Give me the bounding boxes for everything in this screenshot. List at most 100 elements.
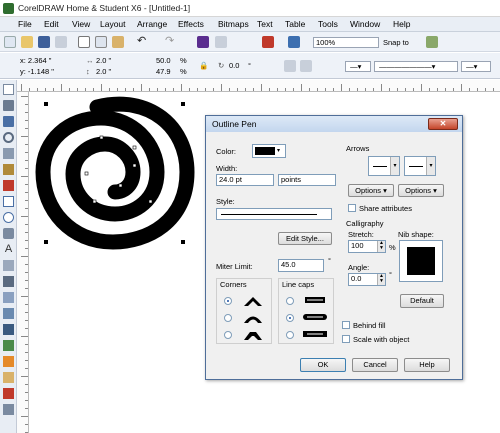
cap-square-radio[interactable] bbox=[286, 331, 294, 339]
stretch-field[interactable]: 100 ▲ ▼ bbox=[348, 240, 386, 253]
cancel-button[interactable]: Cancel bbox=[352, 358, 398, 372]
default-button[interactable]: Default bbox=[400, 294, 444, 308]
smart-fill-icon[interactable] bbox=[3, 164, 14, 175]
angle-field[interactable]: 0.0 ▲ ▼ bbox=[348, 273, 386, 286]
menu-text[interactable]: Text bbox=[257, 19, 273, 29]
dimension-tool-icon[interactable] bbox=[3, 276, 14, 287]
horizontal-ruler[interactable] bbox=[17, 80, 500, 92]
new-document-icon[interactable] bbox=[4, 36, 16, 48]
menu-effects[interactable]: Effects bbox=[178, 19, 204, 29]
menu-view[interactable]: View bbox=[72, 19, 90, 29]
menu-bitmaps[interactable]: Bitmaps bbox=[218, 19, 249, 29]
save-icon[interactable] bbox=[38, 36, 50, 48]
standard-toolbar: ↶ ↷ 100% Snap to bbox=[0, 32, 500, 52]
ok-button[interactable]: OK bbox=[300, 358, 346, 372]
outline-pen-icon[interactable] bbox=[3, 356, 14, 367]
x-position[interactable]: x: 2.364 " bbox=[20, 56, 51, 65]
nib-shape-preview[interactable] bbox=[399, 240, 443, 282]
cap-butt-radio[interactable] bbox=[286, 297, 294, 305]
freehand-tool-icon[interactable] bbox=[3, 148, 14, 159]
text-tool-icon[interactable]: A bbox=[3, 244, 14, 255]
menu-help[interactable]: Help bbox=[393, 19, 410, 29]
menu-layout[interactable]: Layout bbox=[100, 19, 126, 29]
start-arrow-options-button[interactable]: Options ▾ bbox=[348, 184, 394, 197]
vertical-ruler[interactable] bbox=[17, 92, 29, 433]
artistic-media-icon[interactable] bbox=[3, 180, 14, 191]
crop-tool-icon[interactable] bbox=[3, 116, 14, 127]
corner-round-radio[interactable] bbox=[224, 314, 232, 322]
scale-with-object-checkbox[interactable] bbox=[342, 335, 350, 343]
interactive-fill-icon[interactable] bbox=[3, 388, 14, 399]
line-style-select[interactable]: ———————▾ bbox=[374, 61, 458, 72]
shape-tool-icon[interactable] bbox=[3, 100, 14, 111]
edit-style-button[interactable]: Edit Style... bbox=[278, 232, 332, 245]
transparency-tool-icon[interactable] bbox=[3, 324, 14, 335]
width-unit-select[interactable]: points bbox=[278, 174, 336, 186]
angle-label: Angle: bbox=[348, 263, 370, 272]
eyedropper-tool-icon[interactable] bbox=[3, 340, 14, 351]
object-width[interactable]: 2.0 " bbox=[96, 56, 111, 65]
style-line-preview bbox=[221, 214, 317, 215]
miter-limit-field[interactable]: 45.0 bbox=[278, 259, 324, 272]
interactive-tool-icon[interactable] bbox=[3, 308, 14, 319]
fill-tool-icon[interactable] bbox=[3, 372, 14, 383]
ruler-tick bbox=[29, 88, 30, 91]
width-select[interactable]: 24.0 pt bbox=[216, 174, 274, 186]
copy-icon[interactable] bbox=[95, 36, 107, 48]
corner-miter-radio[interactable] bbox=[224, 297, 232, 305]
lock-ratio-icon[interactable]: 🔒 bbox=[199, 61, 208, 70]
mirror-horizontal-icon[interactable] bbox=[284, 60, 296, 72]
angle-spinner[interactable]: ▲ ▼ bbox=[377, 274, 385, 285]
table-tool-icon[interactable] bbox=[3, 260, 14, 271]
menu-tools[interactable]: Tools bbox=[318, 19, 338, 29]
menu-file[interactable]: File bbox=[18, 19, 32, 29]
start-arrowhead-select[interactable]: ▾ bbox=[368, 156, 400, 176]
export-icon[interactable] bbox=[215, 36, 227, 48]
ruler-tick bbox=[197, 88, 198, 91]
options-icon[interactable] bbox=[426, 36, 438, 48]
ruler-tick bbox=[437, 88, 438, 91]
redo-icon[interactable]: ↷ bbox=[165, 36, 177, 48]
undo-icon[interactable]: ↶ bbox=[137, 36, 149, 48]
help-button[interactable]: Help bbox=[404, 358, 450, 372]
snap-to-button[interactable]: Snap to bbox=[383, 38, 409, 47]
scale-height[interactable]: 47.9 bbox=[156, 67, 171, 76]
scale-width[interactable]: 50.0 bbox=[156, 56, 171, 65]
object-height[interactable]: 2.0 " bbox=[96, 67, 111, 76]
style-select[interactable] bbox=[216, 208, 332, 220]
ellipse-tool-icon[interactable] bbox=[3, 212, 14, 223]
menu-arrange[interactable]: Arrange bbox=[137, 19, 167, 29]
print-icon[interactable] bbox=[55, 36, 67, 48]
menu-window[interactable]: Window bbox=[350, 19, 380, 29]
mirror-vertical-icon[interactable] bbox=[300, 60, 312, 72]
stretch-spinner[interactable]: ▲ ▼ bbox=[377, 241, 385, 252]
behind-fill-checkbox[interactable] bbox=[342, 321, 350, 329]
paste-icon[interactable] bbox=[112, 36, 124, 48]
rectangle-tool-icon[interactable] bbox=[3, 196, 14, 207]
open-icon[interactable] bbox=[21, 36, 33, 48]
end-arrow-options-button[interactable]: Options ▾ bbox=[398, 184, 444, 197]
zoom-level-select[interactable]: 100% bbox=[313, 37, 379, 48]
share-attributes-checkbox[interactable] bbox=[348, 204, 356, 212]
close-button[interactable]: ✕ bbox=[428, 118, 458, 130]
end-arrow-select[interactable]: —▾ bbox=[461, 61, 491, 72]
import-icon[interactable] bbox=[197, 36, 209, 48]
menu-table[interactable]: Table bbox=[285, 19, 305, 29]
pick-tool-icon[interactable] bbox=[3, 84, 14, 95]
start-arrow-select[interactable]: —▾ bbox=[345, 61, 371, 72]
zoom-tool-icon[interactable] bbox=[3, 132, 14, 143]
end-arrowhead-select[interactable]: ▾ bbox=[404, 156, 436, 176]
cut-icon[interactable] bbox=[78, 36, 90, 48]
rotation-angle[interactable]: 0.0 bbox=[229, 61, 239, 70]
polygon-tool-icon[interactable] bbox=[3, 228, 14, 239]
y-position[interactable]: y: -1.148 " bbox=[20, 67, 54, 76]
application-launcher-icon[interactable] bbox=[288, 36, 300, 48]
ruler-tick bbox=[25, 120, 28, 121]
menu-edit[interactable]: Edit bbox=[44, 19, 59, 29]
publish-pdf-icon[interactable] bbox=[262, 36, 274, 48]
corner-bevel-radio[interactable] bbox=[224, 331, 232, 339]
mesh-fill-icon[interactable] bbox=[3, 404, 14, 415]
color-picker[interactable]: ▾ bbox=[252, 144, 286, 158]
connector-tool-icon[interactable] bbox=[3, 292, 14, 303]
cap-round-radio[interactable] bbox=[286, 314, 294, 322]
